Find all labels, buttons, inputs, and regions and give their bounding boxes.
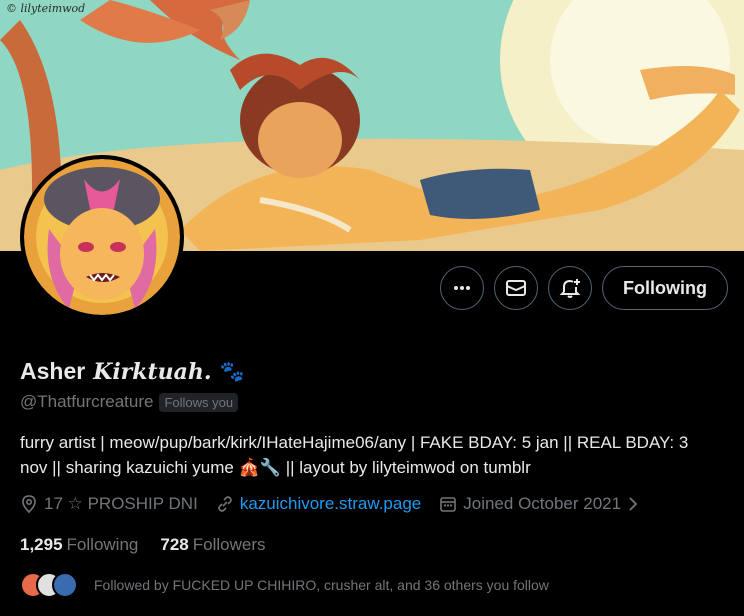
profile-bio: furry artist | meow/pup/bark/kirk/IHateH… [20, 430, 720, 480]
joined-item: Joined October 2021 [439, 494, 639, 514]
chevron-right-icon[interactable] [627, 496, 639, 512]
website-item[interactable]: kazuichivore.straw.page [216, 494, 421, 514]
bio-emojis: 🎪🔧 [238, 458, 281, 477]
location-item: 17 ☆ PROSHIP DNI [20, 494, 198, 514]
website-link[interactable]: kazuichivore.straw.page [240, 494, 421, 514]
followed-by-text: Followed by FUCKED UP CHIHIRO, crusher a… [94, 577, 549, 593]
link-icon [218, 496, 232, 512]
display-name-suffix: Kirktuah. [93, 358, 212, 385]
profile-handle: @Thatfurcreature [20, 392, 154, 411]
calendar-icon [440, 497, 457, 512]
following-count: 1,295 [20, 535, 63, 554]
bio-end: || layout by lilyteimwod on tumblr [285, 458, 531, 477]
profile-actions: Following [440, 266, 728, 310]
followers-label: Followers [192, 535, 266, 554]
profile-avatar[interactable] [20, 155, 184, 319]
following-stat[interactable]: 1,295 Following [20, 535, 138, 555]
following-button[interactable]: Following [602, 266, 728, 310]
bell-plus-icon [559, 279, 581, 298]
followed-by-row[interactable]: Followed by FUCKED UP CHIHIRO, crusher a… [20, 572, 549, 598]
location-text: 17 ☆ PROSHIP DNI [44, 494, 198, 513]
handle-row: @Thatfurcreature Follows you [20, 392, 239, 412]
paw-emoji: 🐾 [219, 361, 245, 383]
notifications-button[interactable] [548, 266, 593, 310]
joined-text: Joined October 2021 [463, 494, 622, 513]
mail-icon [506, 280, 527, 296]
profile-meta: 17 ☆ PROSHIP DNI kazuichivore.straw.page… [20, 494, 657, 514]
display-name: Asher [20, 358, 86, 384]
follower-avatar [52, 572, 78, 598]
location-pin-icon [22, 495, 36, 513]
profile-name-row: Asher Kirktuah. 🐾 [20, 358, 245, 385]
followed-by-avatars [20, 572, 82, 598]
follow-stats: 1,295 Following 728 Followers [20, 535, 265, 555]
avatar-image [24, 159, 180, 315]
follows-you-badge: Follows you [159, 392, 239, 412]
followers-count: 728 [160, 535, 189, 554]
followers-stat[interactable]: 728 Followers [160, 535, 265, 555]
more-button[interactable] [440, 266, 485, 310]
more-icon [454, 286, 471, 290]
following-label: Following [66, 535, 139, 554]
banner-watermark: © lilyteimwod [6, 2, 86, 15]
message-button[interactable] [494, 266, 539, 310]
